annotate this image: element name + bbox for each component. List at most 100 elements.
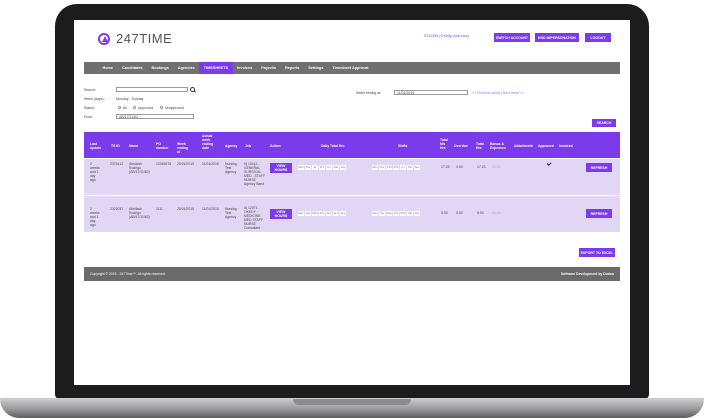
shift-thu[interactable]: Thu xyxy=(393,211,399,216)
main-nav: Home Candidates Bookings Agencies TIMESH… xyxy=(84,62,620,74)
nav-payrolls[interactable]: Payrolls xyxy=(257,62,281,74)
footer-copyright: Copyright © 2015 - 247Time™. All rights … xyxy=(90,272,166,276)
shift-mon[interactable]: Mon xyxy=(372,165,378,170)
shift-sun[interactable]: Sun xyxy=(414,165,420,170)
table-row: 2 weeks and 1 day ago 2374412 Abhilash R… xyxy=(84,159,620,195)
footer: Copyright © 2015 - 247Time™. All rights … xyxy=(84,267,620,281)
week-pager[interactable]: << Previous week | Next week >> xyxy=(472,91,524,95)
logo-text: 247TIME xyxy=(116,31,173,46)
shift-wed[interactable]: Wed xyxy=(386,211,392,216)
from-label: From: xyxy=(84,115,94,119)
shift-tue[interactable]: Tue xyxy=(379,211,385,216)
cell-ts-id: 2374412 xyxy=(110,162,124,166)
daily-wed[interactable]: Wed xyxy=(312,211,318,216)
view-hours-button[interactable]: VIEW HOURS xyxy=(270,209,292,219)
shift-sun[interactable]: Sun xyxy=(414,211,420,216)
nav-candidates[interactable]: Candidates xyxy=(118,62,147,74)
week-ending-input[interactable]: 11/01/2015 xyxy=(394,90,468,95)
week-ending-label: Week ending at: xyxy=(356,91,382,95)
status-label: Status: xyxy=(84,106,95,110)
nav-settings[interactable]: Settings xyxy=(304,62,328,74)
nav-agencies[interactable]: Agencies xyxy=(173,62,199,74)
refresh-button[interactable]: REFRESH xyxy=(586,209,612,218)
search-input[interactable] xyxy=(116,87,188,92)
table-row: 2 weeks and 1 day ago 2322037 Abhilash R… xyxy=(84,196,620,232)
shift-fri[interactable]: Fri xyxy=(400,165,406,170)
export-excel-button[interactable]: EXPORT TO EXCEL xyxy=(579,248,615,257)
nav-reports[interactable]: Reports xyxy=(280,62,303,74)
cell-total-nis: 17.23 xyxy=(441,165,450,169)
status-all-radio[interactable] xyxy=(118,106,121,109)
cell-name: Abhilash Rodrigo (AB/17/11/62) xyxy=(129,207,150,219)
th-total-nis: Total NIs Hrs xyxy=(440,138,448,150)
th-bonus: Bonus & Expenses xyxy=(490,142,506,150)
footer-credit[interactable]: Software Development by Dudoo xyxy=(561,272,614,276)
shift-fri[interactable]: 8.00 xyxy=(400,211,406,216)
daily-sun[interactable]: Sun xyxy=(340,165,346,170)
table-header: Last update TS ID Name PO number Week en… xyxy=(84,132,620,158)
cell-week-ending: 25/01/2015 xyxy=(177,207,194,211)
cell-last-update: 2 weeks and 1 day ago xyxy=(90,162,100,182)
th-po-number: PO number xyxy=(156,142,169,150)
cell-total-hrs: 5.00 xyxy=(477,211,484,215)
week-days-label: Week (days): xyxy=(84,97,105,101)
search-button[interactable]: SEARCH xyxy=(592,119,616,127)
view-hours-button[interactable]: VIEW HOURS xyxy=(270,163,292,173)
shift-wed[interactable]: 9.40 xyxy=(386,165,392,170)
cell-po-number: 12345678 xyxy=(156,162,172,166)
shift-tue[interactable]: Tue xyxy=(379,165,385,170)
daily-tue[interactable]: Tue xyxy=(305,211,311,216)
daily-mon[interactable]: Mon xyxy=(298,165,304,170)
nav-timesheet-approval[interactable]: Timesheet Approval xyxy=(328,62,373,74)
th-invoiced: Invoiced xyxy=(559,144,573,148)
nav-timesheets[interactable]: TIMESHEETS xyxy=(199,62,233,74)
search-icon[interactable] xyxy=(190,87,195,92)
daily-sun[interactable]: 11.2 xyxy=(340,211,346,216)
th-week-ending: Week ending at xyxy=(177,142,189,154)
from-input[interactable]: AB/17/11/62 xyxy=(116,114,194,119)
daily-wed[interactable]: 11 xyxy=(312,165,318,170)
th-total-hrs: Total Hrs xyxy=(476,142,484,150)
daily-thu[interactable]: 10.2 xyxy=(319,165,325,170)
status-all-label: All xyxy=(123,106,127,110)
daily-tue[interactable]: Tue xyxy=(305,165,311,170)
end-impersonation-button[interactable]: END IMPERSONATION xyxy=(535,33,579,42)
th-shifts: Shifts xyxy=(398,144,408,148)
daily-fri[interactable]: 11.2 xyxy=(326,211,332,216)
logo-icon xyxy=(98,33,110,45)
th-daily-total: Daily Total Hrs xyxy=(321,144,345,148)
cell-agency: Nursing Test Agency xyxy=(225,207,237,219)
th-ts-id: TS ID xyxy=(111,144,120,148)
daily-sat[interactable]: Sat xyxy=(333,165,339,170)
th-job: Job xyxy=(245,144,252,148)
th-actual-week: Actual week ending date xyxy=(202,134,214,150)
daily-mon[interactable]: Mon xyxy=(298,211,304,216)
daily-sat[interactable]: 11.2 xyxy=(333,211,339,216)
switch-account-button[interactable]: SWITCH ACCOUNT xyxy=(494,33,530,42)
shift-sat[interactable]: Sat xyxy=(407,211,413,216)
cell-job: 0) 12071 - OKEDY MEDICINE MED STAFF NURS… xyxy=(244,206,263,230)
daily-thu[interactable]: Thu xyxy=(319,211,325,216)
th-agency: Agency xyxy=(225,144,238,148)
status-approved-radio[interactable] xyxy=(133,106,136,109)
cell-bonus: £0.00 xyxy=(492,211,501,215)
refresh-button[interactable]: REFRESH xyxy=(586,163,612,172)
shift-thu[interactable]: 8.60 xyxy=(393,165,399,170)
laptop-notch xyxy=(293,399,411,405)
status-unapproved-label: Unapproved xyxy=(165,106,185,110)
logout-button[interactable]: LOGOUT xyxy=(585,33,611,42)
cell-total-hrs: 17.23 xyxy=(477,165,486,169)
nav-invoices[interactable]: Invoices xyxy=(233,62,257,74)
nav-home[interactable]: Home xyxy=(98,62,118,74)
search-label: Search: xyxy=(84,88,97,92)
th-attachment: Attachment xyxy=(514,144,533,148)
shift-mon[interactable]: Mon xyxy=(372,211,378,216)
cell-po-number: 1111 xyxy=(156,207,163,211)
th-action: Action xyxy=(270,144,281,148)
th-last-update: Last update xyxy=(90,142,102,150)
shift-sat[interactable]: Sat xyxy=(407,165,413,170)
status-unapproved-radio[interactable] xyxy=(160,106,163,109)
user-info: ST12345 (S Kelly) (test mss) xyxy=(424,34,469,38)
daily-fri[interactable]: Fri xyxy=(326,165,332,170)
nav-bookings[interactable]: Bookings xyxy=(147,62,173,74)
